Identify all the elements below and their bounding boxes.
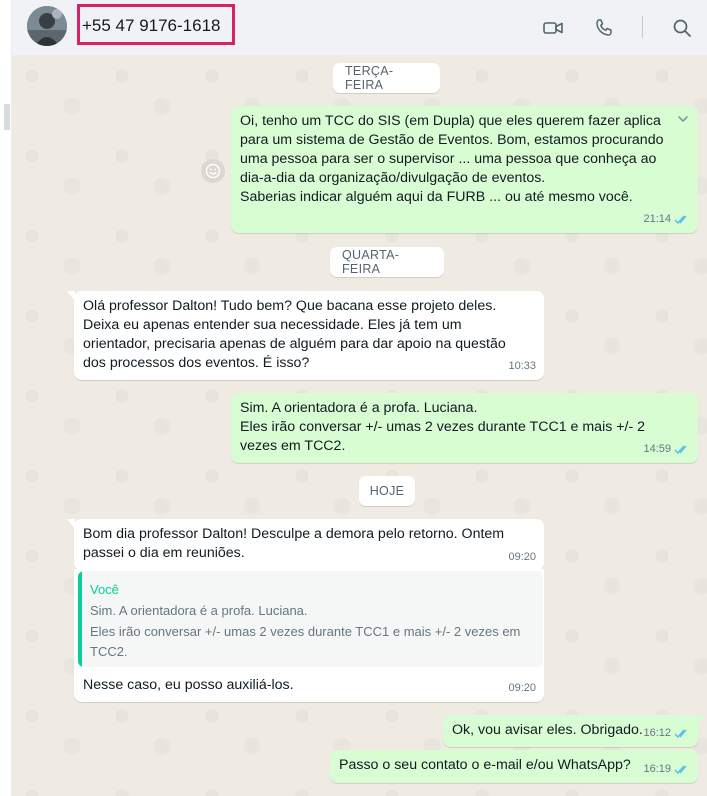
smiley-icon (205, 163, 221, 179)
scroll-marker (4, 104, 10, 130)
double-check-icon (674, 729, 687, 739)
message-meta: 16:19 (643, 760, 690, 779)
double-check-icon (674, 765, 687, 775)
message-text: Olá professor Dalton! Tudo bem? Que baca… (83, 298, 506, 371)
message-outgoing[interactable]: Sim. A orientadora é a profa. Luciana. E… (231, 393, 698, 463)
message-time: 16:12 (643, 727, 671, 739)
message-meta: 16:12 (643, 724, 690, 743)
message-incoming-reply[interactable]: Você Sim. A orientadora é a profa. Lucia… (74, 519, 544, 702)
message-meta: 09:20 (508, 679, 536, 698)
avatar[interactable] (27, 6, 67, 46)
emoji-reaction-button[interactable] (201, 159, 225, 183)
voice-call-icon[interactable] (592, 16, 616, 40)
date-chip-today: HOJE (359, 476, 415, 506)
chat-area[interactable]: TERÇA-FEIRA Oi, tenho um TCC do SIS (em … (12, 56, 707, 796)
avatar-photo (27, 6, 67, 46)
message-time: 14:59 (643, 443, 671, 455)
double-check-icon (674, 445, 687, 455)
quote-text: Sim. A orientadora é a profa. Luciana. E… (90, 603, 521, 659)
message-text: Sim. A orientadora é a profa. Luciana. E… (240, 400, 646, 454)
message-outgoing[interactable]: Ok, vou avisar eles. Obrigado. 16:12 (443, 715, 705, 747)
search-icon[interactable] (670, 16, 694, 40)
message-meta: 10:33 (508, 357, 536, 376)
message-text: Passo o seu contato o e-mail e/ou WhatsA… (339, 757, 631, 773)
message-meta: 21:14 (643, 210, 690, 229)
date-chip-tuesday: TERÇA-FEIRA (333, 63, 440, 93)
message-time: 16:19 (643, 763, 671, 775)
header-divider (642, 16, 643, 38)
message-text: Oi, tenho um TCC do SIS (em Dupla) que e… (240, 113, 664, 205)
message-outgoing[interactable]: Passo o seu contato o e-mail e/ou WhatsA… (330, 750, 698, 783)
quoted-message[interactable]: Você Sim. A orientadora é a profa. Lucia… (78, 571, 543, 667)
message-incoming[interactable]: Olá professor Dalton! Tudo bem? Que baca… (67, 291, 544, 380)
left-panel-edge (0, 0, 12, 796)
chevron-down-icon[interactable] (676, 112, 690, 126)
message-time: 09:20 (508, 682, 536, 694)
contact-name[interactable]: +55 47 9176-1618 (82, 16, 221, 36)
quote-accent-bar (78, 571, 82, 667)
chat-header: +55 47 9176-1618 (12, 0, 707, 56)
video-call-icon[interactable] (541, 16, 565, 40)
message-meta: 14:59 (643, 440, 690, 459)
quote-author: Você (90, 582, 119, 597)
message-time: 21:14 (643, 213, 671, 225)
message-text: Nesse caso, eu posso auxiliá-los. (83, 677, 294, 693)
message-outgoing[interactable]: Oi, tenho um TCC do SIS (em Dupla) que e… (231, 106, 698, 233)
message-time: 10:33 (508, 360, 536, 372)
double-check-icon (674, 215, 687, 225)
date-chip-wednesday: QUARTA-FEIRA (330, 247, 444, 277)
